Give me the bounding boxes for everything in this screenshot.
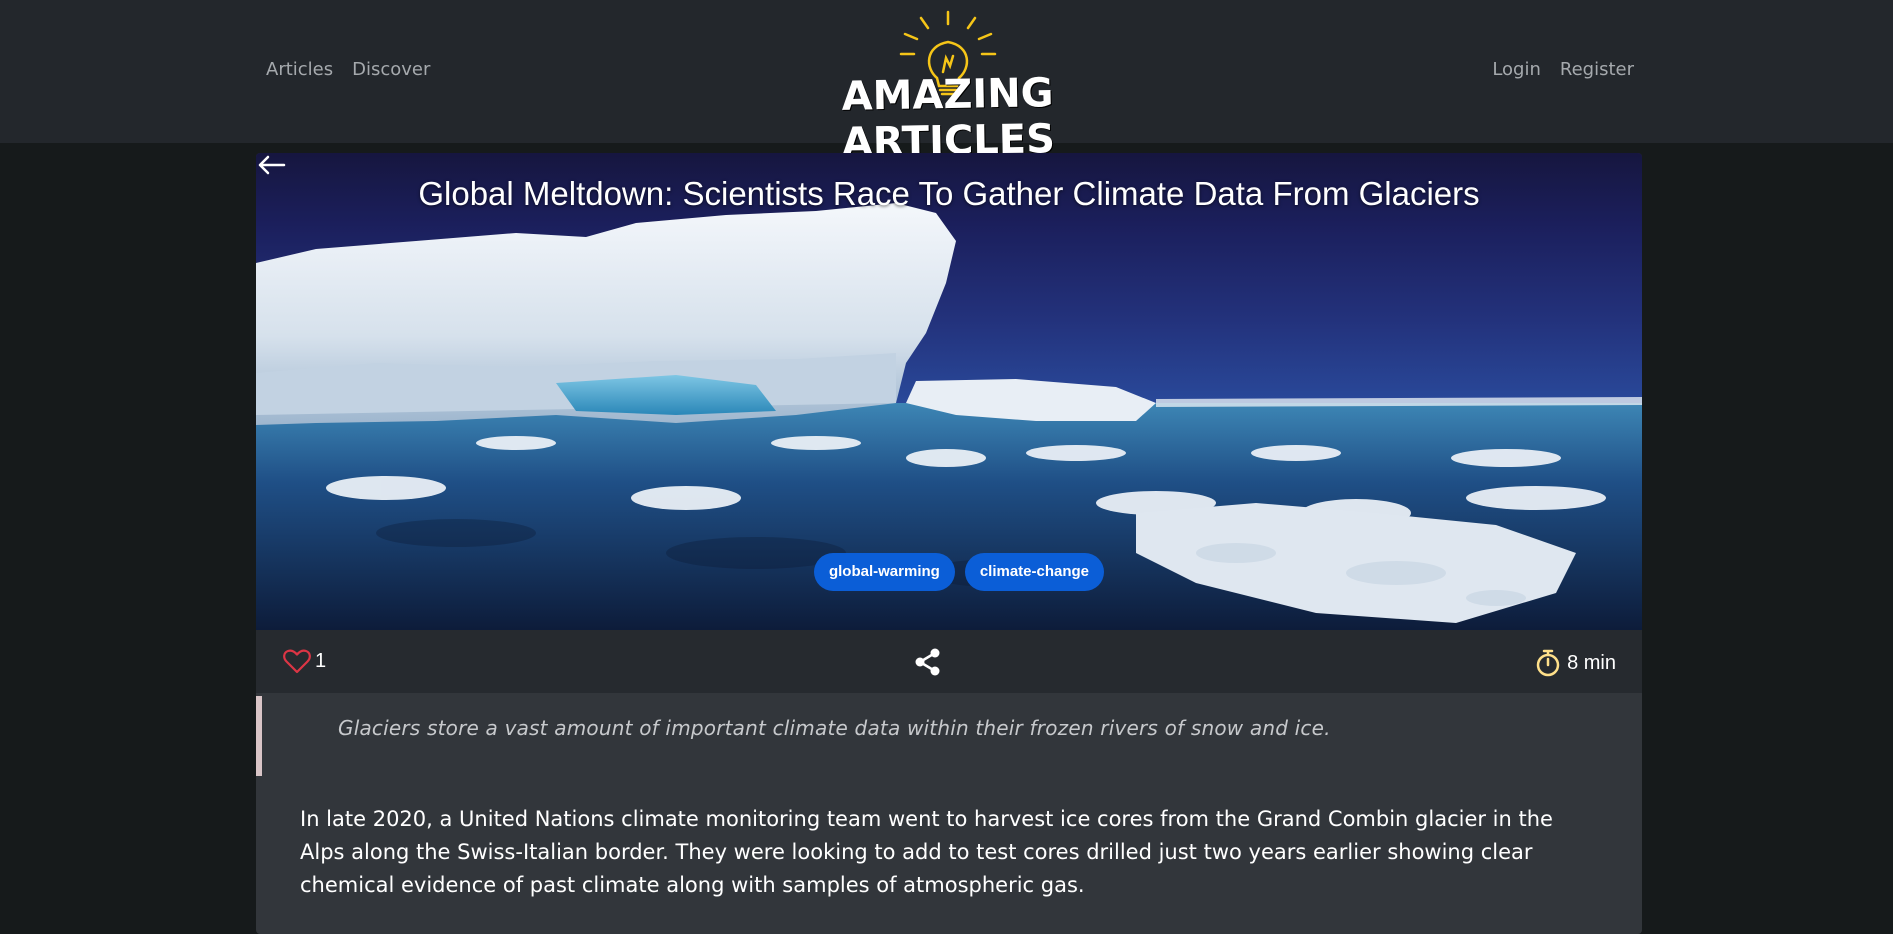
article-actions: 1 8 min <box>256 630 1642 693</box>
hero-image: Global Meltdown: Scientists Race To Gath… <box>256 153 1642 630</box>
tag-global-warming[interactable]: global-warming <box>813 553 955 591</box>
article-summary-quote: Glaciers store a vast amount of importan… <box>256 696 1642 776</box>
back-arrow-icon[interactable] <box>256 153 286 177</box>
article-body: In late 2020, a United Nations climate m… <box>300 807 1553 897</box>
share-icon <box>915 648 940 676</box>
nav-right: Login Register <box>1492 58 1634 82</box>
article-title: Global Meltdown: Scientists Race To Gath… <box>418 175 1480 212</box>
login-link[interactable]: Login <box>1492 58 1541 82</box>
tag-climate-change[interactable]: climate-change <box>964 553 1105 591</box>
top-navbar: Articles Discover AMAZING ARTICLES Login… <box>0 0 1893 166</box>
like-button[interactable]: 1 <box>283 648 326 674</box>
stopwatch-icon <box>1536 649 1560 677</box>
site-logo[interactable]: AMAZING ARTICLES <box>765 10 1131 166</box>
nav-articles-link[interactable]: Articles <box>266 58 333 82</box>
summary-text: Glaciers store a vast amount of importan… <box>338 716 1331 740</box>
heart-icon <box>283 649 311 674</box>
nav-discover-link[interactable]: Discover <box>352 58 430 82</box>
nav-left: Articles Discover <box>266 58 430 82</box>
read-time: 8 min <box>1535 648 1616 678</box>
read-time-text: 8 min <box>1567 651 1616 674</box>
tag-list: global-warming climate-change <box>256 553 1642 591</box>
article-card: Global Meltdown: Scientists Race To Gath… <box>256 153 1642 934</box>
share-button[interactable] <box>914 647 942 681</box>
like-count: 1 <box>315 649 327 672</box>
register-link[interactable]: Register <box>1560 58 1634 82</box>
